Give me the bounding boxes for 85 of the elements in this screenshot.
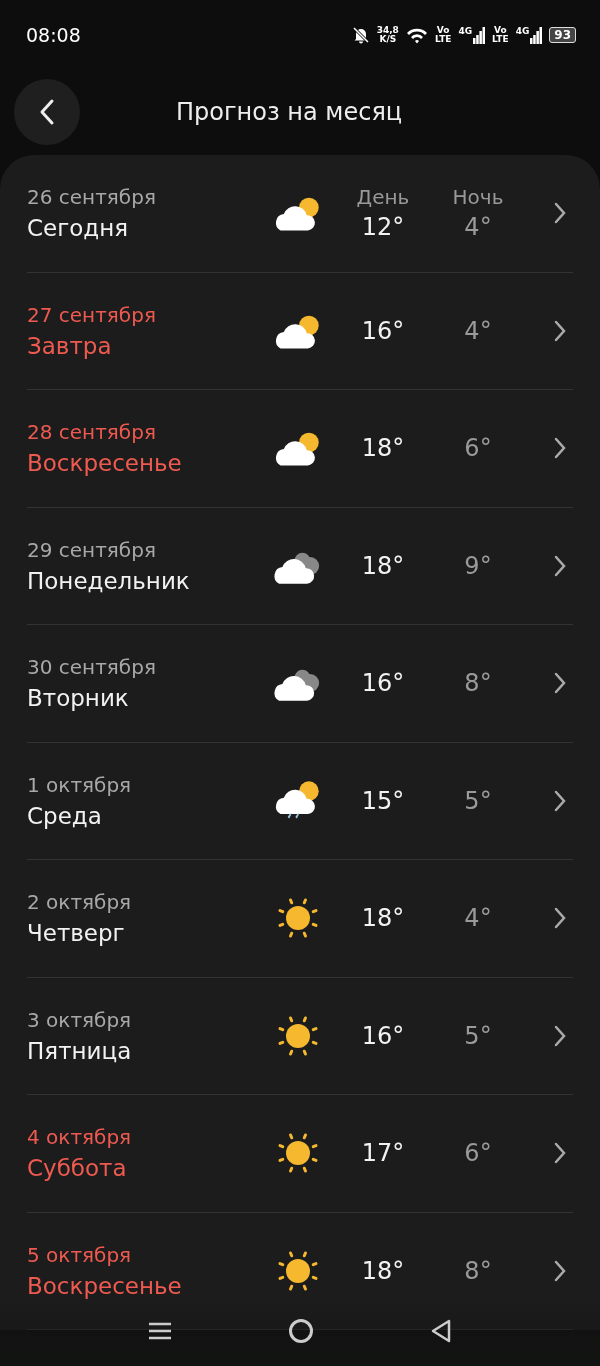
chevron-right-icon [553,1023,567,1048]
weekday-text: Понедельник [27,567,191,594]
status-time: 08:08 [26,24,81,46]
weekday-text: Воскресенье [27,450,183,477]
date-text: 28 сентября [27,420,157,445]
wifi-icon [405,26,428,44]
weekday-text: Сегодня [27,215,130,242]
signal-icon [473,26,486,44]
weekday-text: Вторник [27,685,130,712]
weekday-text: Среда [27,802,103,829]
night-temperature: 9° [464,551,492,580]
date-text: 29 сентября [27,537,157,562]
night-temperature: 5° [464,1021,492,1050]
battery-level: 93 [549,27,576,43]
day-temperature: 17° [361,1139,405,1168]
volte-label: Vo [494,26,507,35]
day-column-header: День [356,185,410,210]
volte-label: LTE [434,35,452,44]
chevron-right-icon [553,671,567,696]
weekday-text: Четверг [27,920,126,947]
date-text: 5 октября [27,1242,133,1267]
date-text: 4 октября [27,1125,133,1150]
weekday-text: Завтра [27,332,113,359]
chevron-right-icon [553,1141,567,1166]
chevron-left-icon [39,98,55,126]
sun-icon [276,1248,320,1293]
chevron-right-icon [553,318,567,343]
forecast-row[interactable]: 26 сентября Сегодня День 12° Ночь 4° [27,155,573,273]
sun-icon [276,1013,320,1058]
weekday-text: Пятница [27,1037,133,1064]
sun-icon [276,1131,320,1176]
forecast-row[interactable]: 27 сентября Завтра 16° 4° [27,272,573,390]
speed-unit: K/S [379,35,397,44]
date-text: 2 октября [27,890,133,915]
speed-value: 34,8 [376,26,399,35]
day-temperature: 18° [361,434,405,463]
night-temperature: 8° [464,669,492,698]
forecast-row[interactable]: 4 октября Суббота 17° 6° [27,1095,573,1213]
day-temperature: 16° [361,1021,405,1050]
forecast-row[interactable]: 2 октября Четверг 18° 4° [27,860,573,978]
forecast-row[interactable]: 5 октября Воскресенье 18° 8° [27,1212,573,1330]
chevron-right-icon [553,1258,567,1283]
forecast-row[interactable]: 29 сентября Понедельник 18° 9° [27,507,573,625]
night-temperature: 4° [464,904,492,933]
page-title: Прогноз на месяц [176,97,403,126]
weekday-text: Суббота [27,1155,128,1182]
date-text: 1 октября [27,772,133,797]
day-temperature: 12° [361,213,405,242]
menu-nav-icon[interactable] [148,1321,172,1341]
day-temperature: 18° [361,551,405,580]
forecast-row[interactable]: 3 октября Пятница 16° 5° [27,977,573,1095]
forecast-row[interactable]: 1 октября Среда 15° 5° [27,742,573,860]
night-temperature: 8° [464,1256,492,1285]
muted-bell-icon [351,26,370,44]
chevron-right-icon [553,906,567,931]
night-temperature: 5° [464,786,492,815]
day-temperature: 16° [361,669,405,698]
chevron-right-icon [553,788,567,813]
forecast-row[interactable]: 30 сентября Вторник 16° 8° [27,625,573,743]
network-type: 4G [458,26,473,36]
sun-icon [276,896,320,941]
signal-icon [530,26,543,44]
home-nav-icon[interactable] [288,1318,314,1344]
night-temperature: 6° [464,1139,492,1168]
night-column-header: Ночь [452,185,504,210]
forecast-row[interactable]: 28 сентября Воскресенье 18° 6° [27,390,573,508]
date-text: 26 сентября [27,185,157,210]
volte-label: Vo [436,26,450,35]
volte-label: LTE [492,35,509,44]
chevron-right-icon [553,201,567,226]
night-temperature: 4° [464,213,492,242]
day-temperature: 18° [361,904,405,933]
date-text: 30 сентября [27,655,157,680]
chevron-right-icon [553,553,567,578]
chevron-right-icon [553,436,567,461]
back-nav-icon[interactable] [430,1318,452,1344]
day-temperature: 16° [361,316,405,345]
date-text: 27 сентября [27,302,157,327]
date-text: 3 октября [27,1007,133,1032]
night-temperature: 4° [464,316,492,345]
network-type: 4G [515,26,530,36]
night-temperature: 6° [464,434,492,463]
weekday-text: Воскресенье [27,1272,183,1299]
day-temperature: 15° [361,786,405,815]
day-temperature: 18° [361,1256,405,1285]
